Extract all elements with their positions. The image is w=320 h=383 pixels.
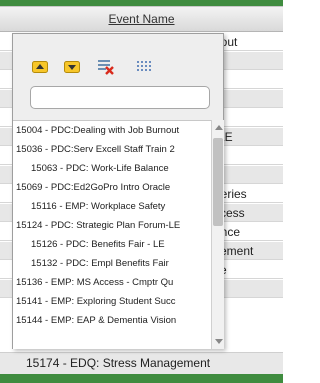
app-frame: Event Name hout2e-LEueriesccessencevemen… bbox=[0, 0, 283, 383]
bottom-green-bar bbox=[0, 374, 283, 383]
event-list-item[interactable]: 15063 - PDC: Work-Life Balance bbox=[13, 159, 211, 178]
event-list-item[interactable]: 15069 - PDC:Ed2GoPro Intro Oracle bbox=[13, 178, 211, 197]
clear-filter-icon bbox=[98, 60, 114, 75]
scroll-down-button[interactable] bbox=[212, 335, 225, 349]
sort-descending-button[interactable] bbox=[63, 58, 81, 76]
event-list-item[interactable]: 15116 - EMP: Workplace Safety bbox=[13, 197, 211, 216]
event-list-item[interactable]: 15036 - PDC:Serv Excell Staff Train 2 bbox=[13, 140, 211, 159]
grid-icon bbox=[137, 61, 151, 71]
grid-view-button[interactable] bbox=[135, 58, 153, 76]
chevron-down-icon bbox=[214, 339, 223, 344]
event-name-column-header[interactable]: Event Name bbox=[0, 7, 283, 31]
sort-ascending-button[interactable] bbox=[31, 58, 49, 76]
clear-filter-button[interactable] bbox=[97, 58, 115, 76]
event-list-item[interactable]: 15132 - PDC: Empl Benefits Fair bbox=[13, 254, 211, 273]
filter-search-input[interactable] bbox=[30, 86, 210, 109]
list-scrollbar[interactable] bbox=[211, 120, 224, 349]
event-list: 15004 - PDC:Dealing with Job Burnout 1503… bbox=[13, 120, 211, 349]
table-header-row: Event Name bbox=[0, 6, 283, 32]
arrow-down-icon bbox=[64, 61, 80, 73]
filter-popup: 15004 - PDC:Dealing with Job Burnout 1503… bbox=[12, 33, 224, 349]
event-list-item[interactable]: 15126 - PDC: Benefits Fair - LE bbox=[13, 235, 211, 254]
event-list-item[interactable]: 15141 - EMP: Exploring Student Succ bbox=[13, 292, 211, 311]
table-row-selected[interactable]: 15174 - EDQ: Stress Management bbox=[0, 352, 283, 374]
event-list-item[interactable]: 15124 - PDC: Strategic Plan Forum-LE bbox=[13, 216, 211, 235]
event-list-item[interactable]: 15144 - EMP: EAP & Dementia Vision bbox=[13, 311, 211, 330]
event-list-item[interactable]: 15004 - PDC:Dealing with Job Burnout bbox=[13, 121, 211, 140]
chevron-up-icon bbox=[214, 125, 223, 130]
event-list-item[interactable]: 15136 - EMP: MS Access - Cmptr Qu bbox=[13, 273, 211, 292]
arrow-up-icon bbox=[32, 61, 48, 73]
scroll-thumb[interactable] bbox=[213, 138, 223, 226]
scroll-up-button[interactable] bbox=[212, 120, 225, 134]
